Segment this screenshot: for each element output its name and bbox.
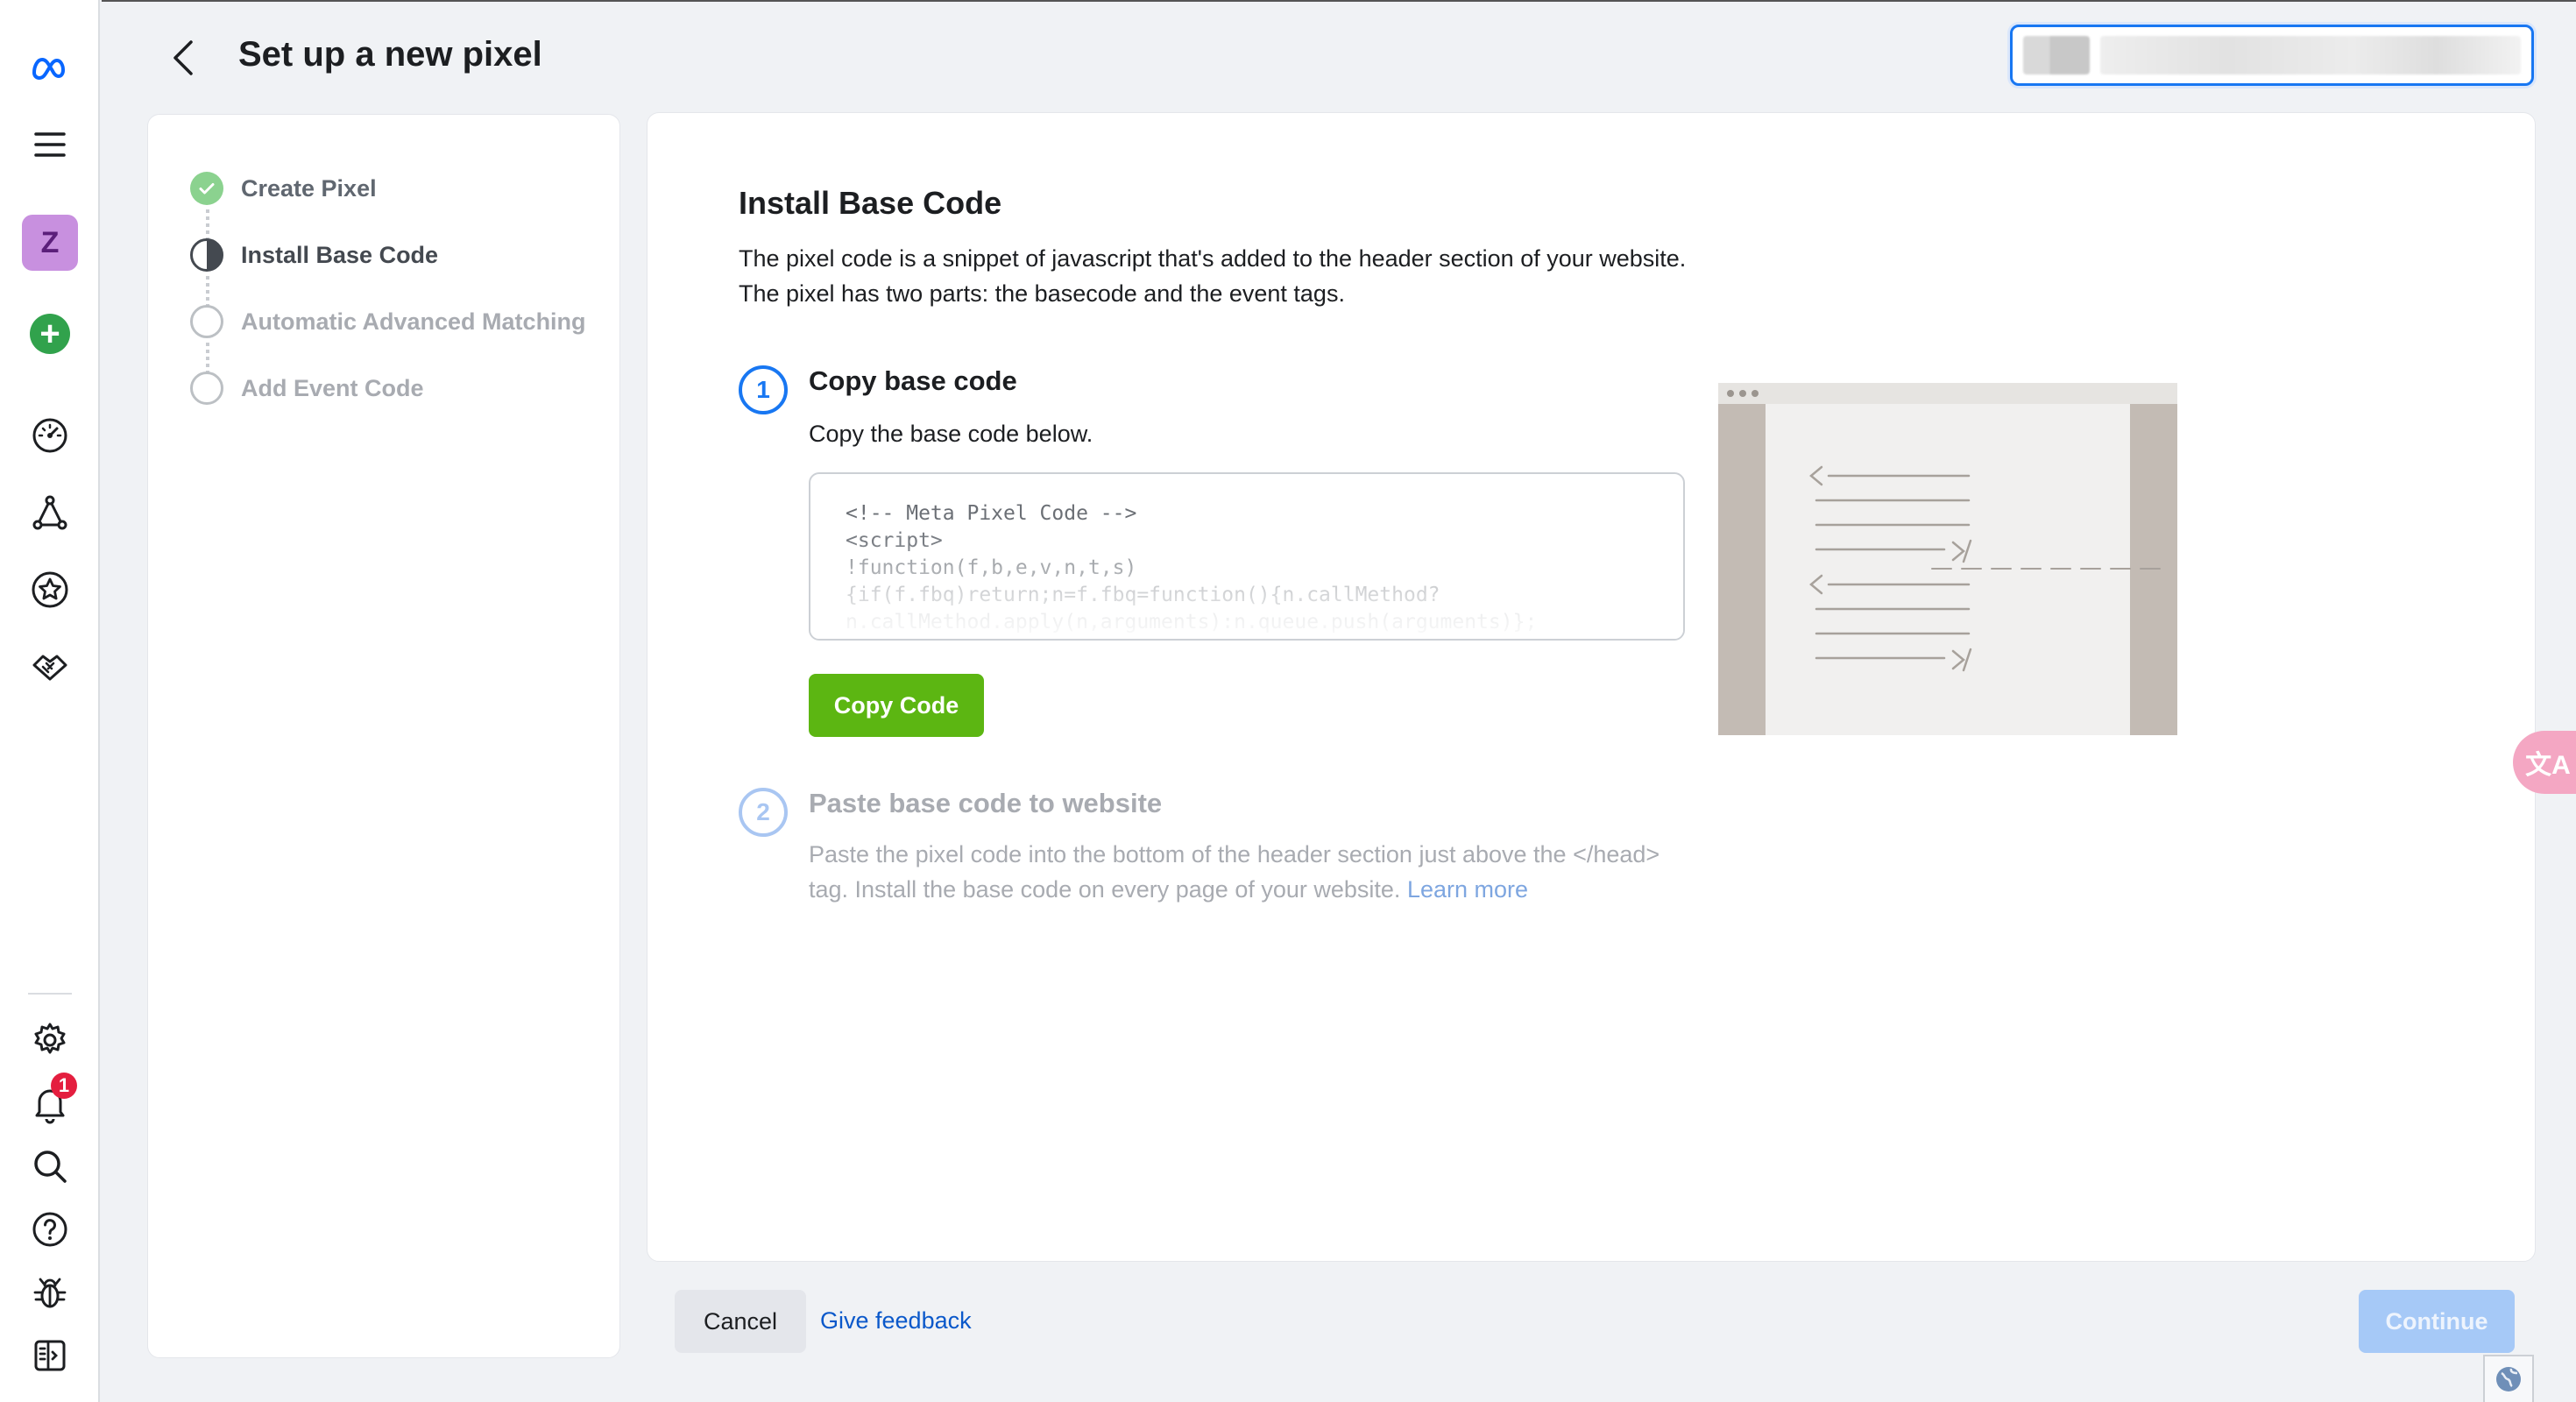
cancel-button[interactable]: Cancel [675,1290,806,1353]
install-base-code-panel: Install Base Code The pixel code is a sn… [647,112,2536,1262]
dashboard-gauge-icon[interactable] [19,405,81,466]
section-description: The pixel code is a snippet of javascrip… [739,245,1687,307]
code-line: {if(f.fbq)return;n=f.fbq=function(){n.ca… [846,584,1440,606]
language-globe-button[interactable] [2483,1355,2534,1402]
step-label: Create Pixel [241,174,377,202]
settings-gear-icon[interactable] [19,1009,81,1071]
translate-widget[interactable]: 文A [2513,731,2576,794]
step-create-pixel[interactable]: Create Pixel [190,169,377,208]
chevron-left-icon [173,40,193,75]
bug-report-icon[interactable] [19,1262,81,1323]
copy-base-code-description: Copy the base code below. [809,421,1093,447]
redacted-account-image [2023,36,2090,74]
create-button[interactable]: + [19,303,81,365]
star-badge-icon[interactable] [19,559,81,620]
code-line: <!-- Meta Pixel Code --> [846,502,1137,525]
step-add-event-code[interactable]: Add Event Code [190,369,424,407]
copy-base-code-title: Copy base code [809,365,1017,396]
search-icon[interactable] [19,1136,81,1197]
code-line: !function(f,b,e,v,n,t,s) [846,556,1137,579]
base-code-snippet[interactable]: <!-- Meta Pixel Code --> <script> !funct… [809,472,1685,641]
translate-icon: 文A [2525,751,2571,780]
continue-button[interactable]: Continue [2359,1290,2515,1353]
meta-logo-icon[interactable] [19,37,81,98]
sidebar-toggle-icon[interactable] [19,1325,81,1386]
back-button[interactable] [158,32,210,84]
step-number-2: 2 [739,788,788,837]
page-header: Set up a new pixel [102,0,2576,107]
plus-icon: + [30,314,70,354]
page-title: Set up a new pixel [238,35,542,74]
step-automatic-advanced-matching[interactable]: Automatic Advanced Matching [190,302,586,341]
globe-icon [2496,1367,2521,1391]
hamburger-menu-icon[interactable] [19,114,81,175]
section-title: Install Base Code [739,185,1002,221]
account-avatar: Z [22,215,78,271]
notification-count-badge: 1 [51,1073,77,1099]
code-line: <script> [846,529,943,552]
copy-code-button[interactable]: Copy Code [809,674,984,737]
handshake-icon[interactable] [19,636,81,697]
give-feedback-link[interactable]: Give feedback [820,1307,972,1335]
step-number-1: 1 [739,365,788,414]
rail-divider [28,993,72,995]
redacted-account-name [2100,36,2521,74]
step-label: Automatic Advanced Matching [241,308,586,335]
paste-base-code-description: Paste the pixel code into the bottom of … [809,841,1660,903]
learn-more-link[interactable]: Learn more [1407,876,1528,903]
help-icon[interactable] [19,1199,81,1260]
setup-stepper: Create Pixel Install Base Code Automatic… [147,114,620,1358]
code-line: n.callMethod.apply(n,arguments):n.queue.… [846,611,1538,634]
empty-circle-icon [190,305,223,338]
half-circle-progress-icon [190,238,223,272]
step-install-base-code[interactable]: Install Base Code [190,236,438,274]
paste-base-code-title: Paste base code to website [809,788,1163,818]
website-code-illustration [1718,383,2177,735]
notifications-button[interactable]: 1 [19,1073,81,1134]
empty-circle-icon [190,372,223,405]
left-nav-rail: Z + 1 [0,0,100,1402]
account-switcher[interactable]: Z [19,212,81,273]
step-label: Install Base Code [241,241,439,268]
step-label: Add Event Code [241,374,424,401]
network-graph-icon[interactable] [19,482,81,543]
check-circle-icon [190,172,223,205]
ad-account-selector[interactable] [2010,25,2534,86]
wizard-footer: Cancel Give feedback Continue [647,1262,2536,1358]
